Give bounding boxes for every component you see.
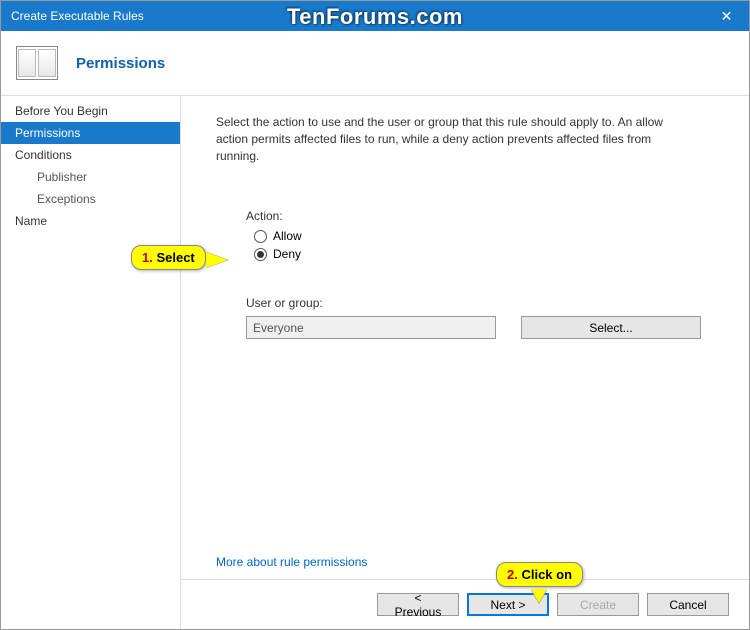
nav-before-you-begin[interactable]: Before You Begin <box>1 100 180 122</box>
more-info-link[interactable]: More about rule permissions <box>216 555 367 569</box>
page-title: Permissions <box>76 55 165 72</box>
create-button: Create <box>557 593 639 616</box>
next-button[interactable]: Next > <box>467 593 549 616</box>
nav-name[interactable]: Name <box>1 210 180 232</box>
nav-publisher[interactable]: Publisher <box>1 166 180 188</box>
nav-conditions[interactable]: Conditions <box>1 144 180 166</box>
radio-icon <box>254 230 267 243</box>
radio-icon <box>254 248 267 261</box>
radio-deny-label: Deny <box>273 247 301 261</box>
watermark-text: TenForums.com <box>287 4 463 30</box>
radio-allow-label: Allow <box>273 229 302 243</box>
close-button[interactable]: ✕ <box>704 1 749 31</box>
cancel-button[interactable]: Cancel <box>647 593 729 616</box>
radio-deny[interactable]: Deny <box>254 247 719 261</box>
titlebar: Create Executable Rules TenForums.com ✕ <box>1 1 749 31</box>
previous-button[interactable]: < Previous <box>377 593 459 616</box>
wizard-header: Permissions <box>1 31 749 96</box>
wizard-footer: < Previous Next > Create Cancel <box>181 579 749 629</box>
action-label: Action: <box>246 209 719 223</box>
description-text: Select the action to use and the user or… <box>216 114 696 164</box>
select-button[interactable]: Select... <box>521 316 701 339</box>
header-icon <box>16 46 58 80</box>
wizard-nav: Before You Begin Permissions Conditions … <box>1 96 181 629</box>
user-group-field[interactable] <box>246 316 496 339</box>
nav-permissions[interactable]: Permissions <box>1 122 180 144</box>
window-title: Create Executable Rules <box>11 9 144 23</box>
nav-exceptions[interactable]: Exceptions <box>1 188 180 210</box>
user-group-label: User or group: <box>246 296 719 310</box>
radio-allow[interactable]: Allow <box>254 229 719 243</box>
content-panel: Select the action to use and the user or… <box>181 96 749 629</box>
close-icon: ✕ <box>721 8 733 25</box>
